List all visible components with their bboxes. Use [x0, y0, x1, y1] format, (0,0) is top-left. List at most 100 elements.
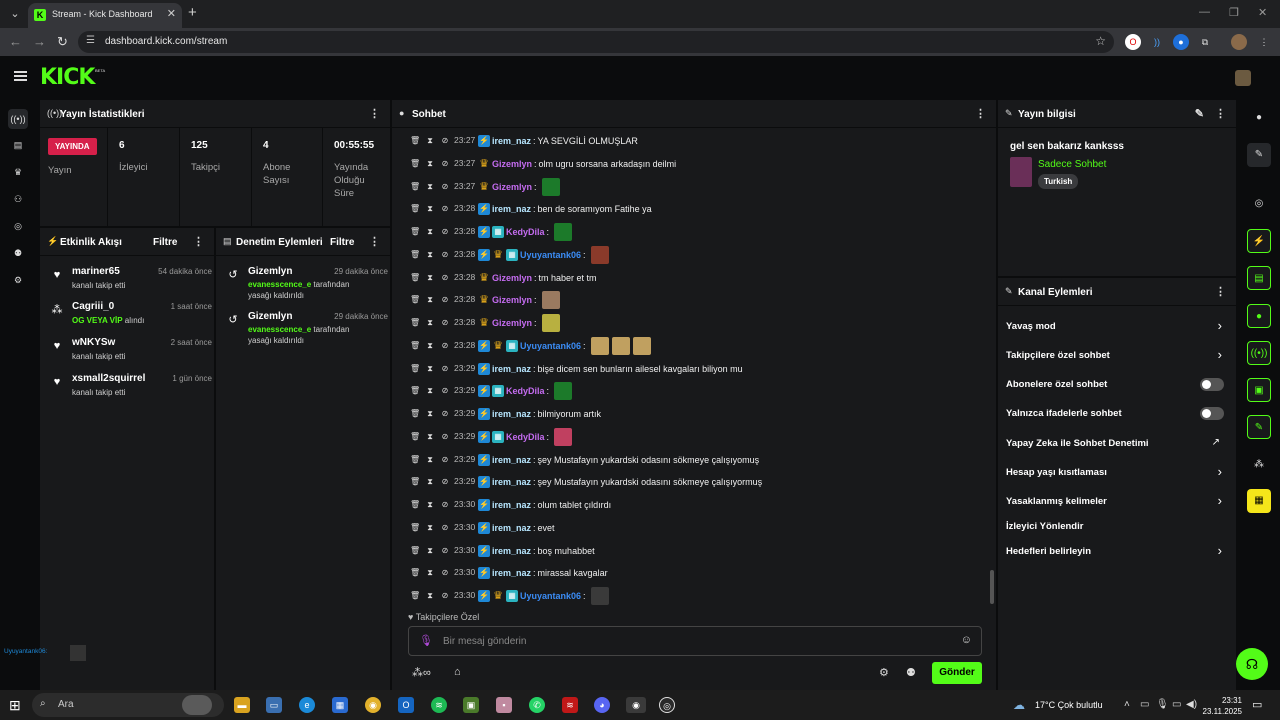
minimize-icon[interactable]: — — [1199, 6, 1210, 18]
message-username[interactable]: KedyDila — [506, 432, 545, 442]
chat-message[interactable]: 🗑︎ ⧗ ⊘ 23:30 ⚡ irem_naz: mirassal kavgalar — [410, 563, 980, 583]
stream-icon[interactable]: ((•)) — [8, 109, 28, 129]
crown-badge-icon[interactable]: ♛ — [478, 294, 490, 306]
bookmark-star-icon[interactable]: ☆ — [1095, 34, 1106, 48]
opera-extension-icon[interactable]: O — [1125, 34, 1141, 50]
emote-image[interactable] — [541, 314, 560, 332]
taskbar-search[interactable]: ⌕ Ara — [32, 693, 224, 717]
coins-icon[interactable]: ⁂ — [1247, 453, 1271, 477]
lightning-icon[interactable]: ⚡ — [1247, 229, 1271, 253]
chat-message[interactable]: 🗑︎ ⧗ ⊘ 23:29 ⚡ ▦ KedyDila: — [410, 381, 980, 401]
delete-icon[interactable]: 🗑︎ — [410, 431, 420, 442]
computer-icon[interactable]: ▭ — [266, 697, 282, 713]
sub-badge-icon[interactable]: ▦ — [492, 226, 504, 238]
app-red-icon[interactable]: ≋ — [562, 697, 578, 713]
chat-scrollbar[interactable] — [990, 570, 994, 604]
ban-icon[interactable]: ⊘ — [440, 158, 450, 169]
chat-input-placeholder[interactable]: Bir mesaj gönderin — [443, 636, 526, 647]
timeout-icon[interactable]: ⧗ — [425, 522, 435, 533]
message-username[interactable]: Gizemlyn — [492, 295, 532, 305]
ban-icon[interactable]: ⊘ — [440, 272, 450, 283]
trophy-icon[interactable]: ♛ — [8, 162, 28, 182]
emote-image[interactable] — [590, 587, 609, 605]
emote-image[interactable] — [632, 336, 651, 355]
kick-logo[interactable]: KICK — [40, 65, 95, 90]
action-goals[interactable]: Hedefleri belirleyin › — [1006, 540, 1230, 564]
puzzle-icon[interactable]: ⧉ — [1197, 34, 1213, 50]
emote-image[interactable] — [541, 291, 560, 310]
app-icon[interactable]: ▪ — [496, 697, 512, 713]
message-username[interactable]: irem_naz — [492, 546, 531, 556]
message-username[interactable]: irem_naz — [492, 364, 531, 374]
vip-badge-icon[interactable]: ⚡ — [478, 408, 490, 420]
more-options-icon[interactable]: ⋮ — [975, 107, 986, 120]
message-username[interactable]: Uyuyantank06 — [520, 250, 581, 260]
support-icon[interactable]: ☊ — [1236, 648, 1268, 680]
delete-icon[interactable]: 🗑︎ — [410, 408, 420, 419]
vip-badge-icon[interactable]: ⚡ — [478, 385, 490, 398]
community-icon[interactable]: ⚇ — [8, 189, 28, 209]
vip-badge-icon[interactable]: ⚡ — [478, 544, 490, 557]
activity-item[interactable]: ♥ xsmall2squirrel 1 gün önce kanalı taki… — [40, 373, 212, 407]
emote-image[interactable] — [541, 177, 560, 196]
emoji-icon[interactable]: ☺ — [961, 634, 972, 646]
timeout-icon[interactable]: ⧗ — [425, 431, 435, 442]
delete-icon[interactable]: 🗑︎ — [410, 317, 420, 328]
wrench-icon[interactable]: ✎ — [1247, 415, 1271, 439]
action-raid[interactable]: İzleyici Yönlendir — [1006, 515, 1230, 539]
delete-icon[interactable]: 🗑︎ — [410, 340, 420, 351]
timeout-icon[interactable]: ⧗ — [425, 363, 435, 374]
timeout-icon[interactable]: ⧗ — [425, 181, 435, 192]
user-avatar[interactable] — [1235, 70, 1251, 86]
forward-icon[interactable]: → — [33, 34, 46, 49]
action-account-age[interactable]: Hesap yaşı kısıtlaması › — [1006, 461, 1230, 485]
edit-icon[interactable]: ✎ — [1195, 107, 1204, 120]
emote-image[interactable] — [590, 245, 609, 264]
moderation-item[interactable]: ↺ Gizemlyn 29 dakika önce evanesscence_e… — [216, 266, 388, 310]
chat-message[interactable]: 🗑︎ ⧗ ⊘ 23:27 ⚡ irem_naz: YA SEVGİLİ OLMUŞLAR — [410, 131, 980, 151]
outlook-icon[interactable]: O — [398, 697, 414, 713]
chat-message[interactable]: 🗑︎ ⧗ ⊘ 23:27 ♛ Gizemlyn: — [410, 177, 980, 197]
ban-icon[interactable]: ⊘ — [440, 385, 450, 396]
chrome-icon[interactable]: ◉ — [365, 697, 381, 713]
message-username[interactable]: Uyuyantank06 — [520, 341, 581, 351]
message-username[interactable]: irem_naz — [492, 568, 531, 578]
browser-tab[interactable]: K Stream - Kick Dashboard ✕ — [28, 3, 182, 28]
ban-icon[interactable]: ⊘ — [440, 317, 450, 328]
edge-icon[interactable]: e — [299, 697, 315, 713]
delete-icon[interactable]: 🗑︎ — [410, 567, 420, 578]
timeout-icon[interactable]: ⧗ — [425, 340, 435, 351]
chat-message[interactable]: 🗑︎ ⧗ ⊘ 23:29 ⚡ irem_naz: şey Mustafayın yukard… — [410, 472, 980, 492]
volume-icon[interactable]: ◀) — [1186, 699, 1197, 710]
delete-icon[interactable]: 🗑︎ — [410, 181, 420, 192]
sub-badge-icon[interactable]: ▦ — [492, 385, 504, 398]
crown-badge-icon[interactable]: ♛ — [492, 249, 504, 261]
info-icon[interactable]: ● — [1247, 106, 1271, 130]
windows-start-icon[interactable]: ⊞ — [9, 697, 21, 714]
timeout-icon[interactable]: ⧗ — [425, 203, 435, 214]
chat-message[interactable]: 🗑︎ ⧗ ⊘ 23:30 ⚡ irem_naz: evet — [410, 518, 980, 538]
message-username[interactable]: irem_naz — [492, 204, 531, 214]
vip-badge-icon[interactable]: ⚡ — [478, 203, 490, 216]
timeout-icon[interactable]: ⧗ — [425, 135, 435, 146]
chat-message[interactable]: 🗑︎ ⧗ ⊘ 23:28 ♛ Gizemlyn: — [410, 313, 980, 333]
emote-image[interactable] — [554, 427, 573, 446]
more-options-icon[interactable]: ⋮ — [193, 235, 204, 248]
delete-icon[interactable]: 🗑︎ — [410, 454, 420, 465]
player-icon[interactable]: ▣ — [1247, 378, 1271, 402]
store-icon[interactable]: ⌂ — [454, 666, 461, 678]
moderation-filter-button[interactable]: Filtre — [330, 237, 354, 248]
menu-icon[interactable] — [14, 71, 27, 81]
message-username[interactable]: irem_naz — [492, 136, 531, 146]
tools-icon[interactable]: ◎ — [8, 216, 28, 236]
delete-icon[interactable]: 🗑︎ — [410, 590, 420, 601]
mic-tray-icon[interactable]: 🎙︎ — [1156, 699, 1169, 710]
send-button[interactable]: Gönder — [932, 662, 982, 684]
message-username[interactable]: irem_naz — [492, 409, 531, 419]
microphone-icon[interactable]: 🎙︎ — [419, 634, 433, 647]
emote-only-toggle[interactable] — [1200, 407, 1224, 420]
emote-image[interactable] — [611, 336, 630, 355]
delete-icon[interactable]: 🗑︎ — [410, 249, 420, 260]
vip-badge-icon[interactable]: ⚡ — [478, 590, 490, 602]
timeout-icon[interactable]: ⧗ — [425, 499, 435, 510]
